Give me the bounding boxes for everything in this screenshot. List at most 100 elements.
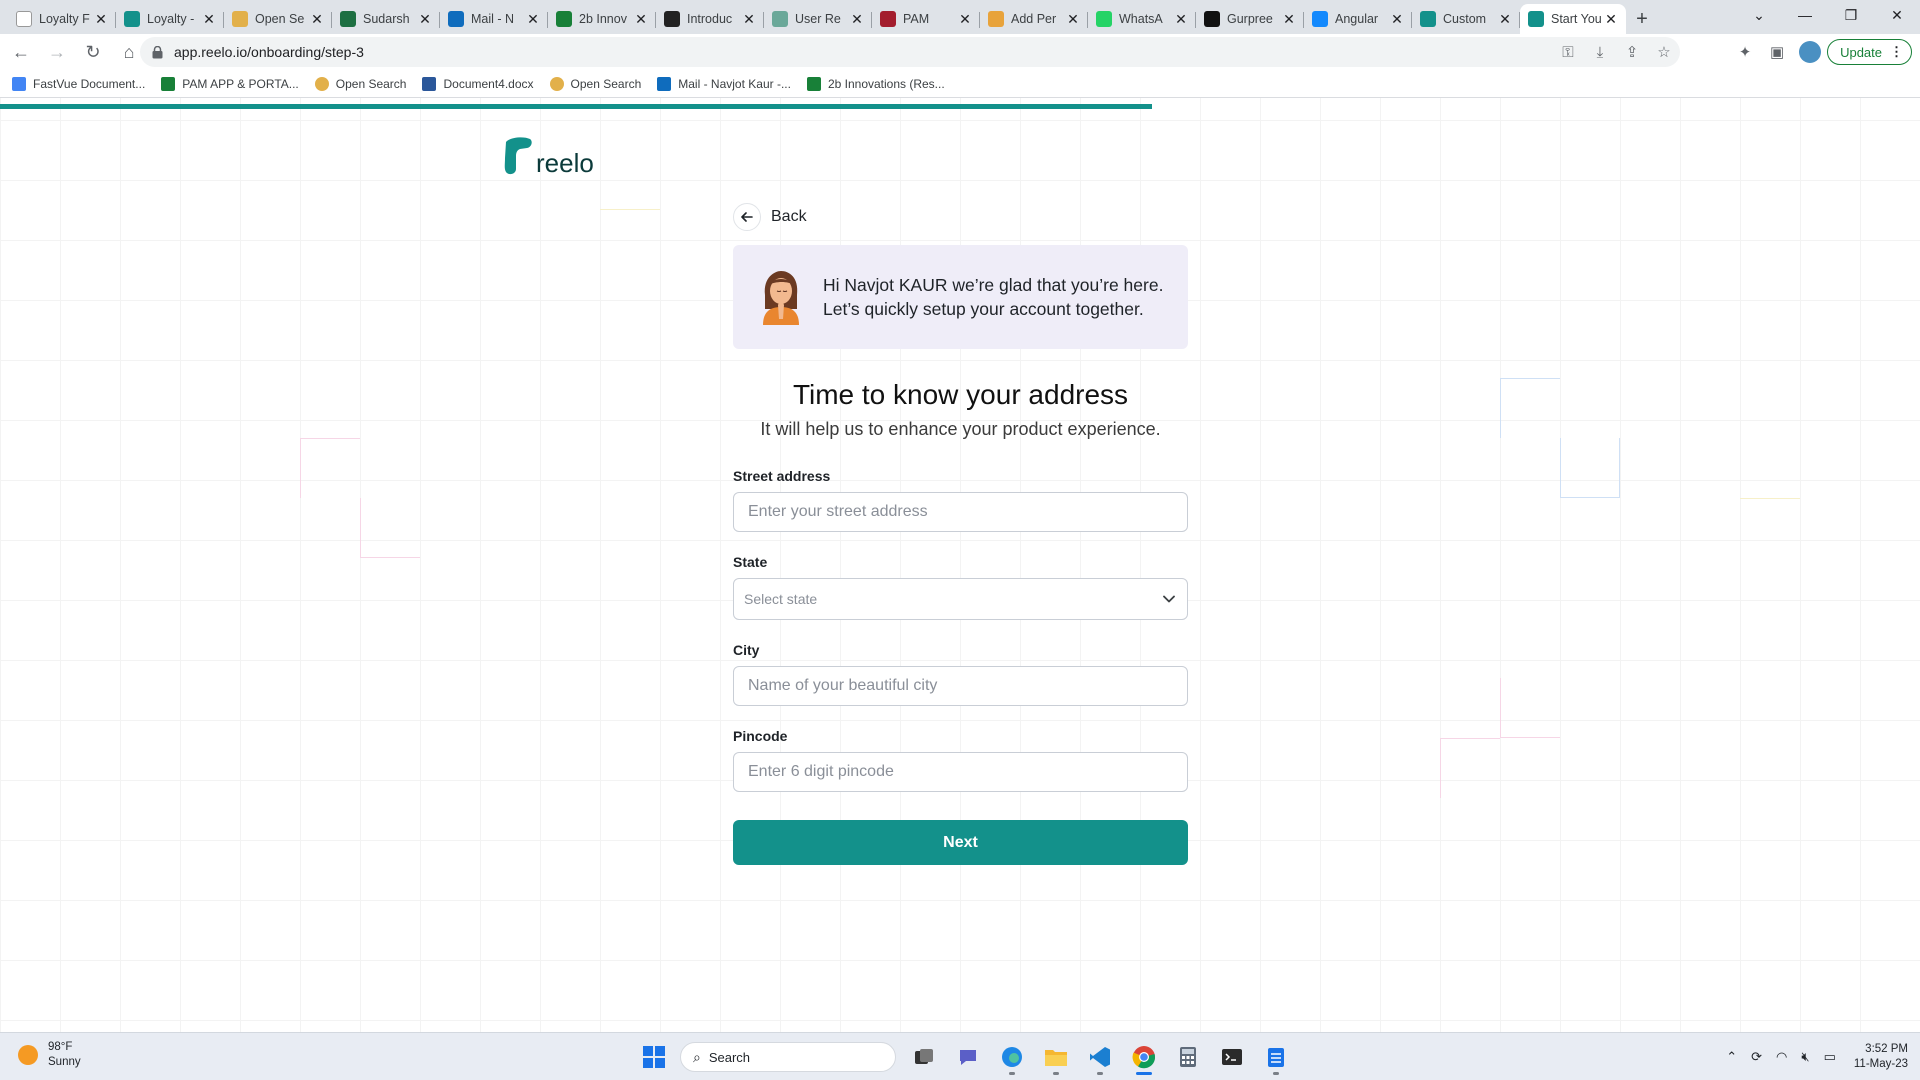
browser-tab[interactable]: Gurpree ✕ (1196, 4, 1304, 34)
street-label: Street address (733, 468, 831, 484)
chevron-up-icon[interactable]: ⌃ (1726, 1049, 1737, 1065)
chrome-icon[interactable] (1126, 1041, 1162, 1075)
clock-time: 3:52 PM (1865, 1043, 1908, 1055)
vscode-icon[interactable] (1082, 1041, 1118, 1075)
onboarding-page: reelo Back Hi Navjot KAUR we’re glad tha… (0, 98, 1920, 1032)
decor-cell (300, 438, 360, 498)
close-tab-icon[interactable]: ✕ (742, 11, 756, 28)
city-input[interactable] (733, 666, 1188, 706)
more-menu-icon: ⋮ (1890, 44, 1903, 59)
wifi-icon[interactable]: ◠ (1776, 1049, 1787, 1065)
pincode-input[interactable] (733, 752, 1188, 792)
profile-avatar[interactable] (1799, 41, 1822, 63)
browser-tab[interactable]: Mail - N ✕ (440, 4, 548, 34)
tab-search-icon[interactable]: ⌄ (1736, 0, 1782, 30)
browser-tab[interactable]: Open Se ✕ (224, 4, 332, 34)
start-icon[interactable] (636, 1041, 672, 1073)
forward-nav-icon[interactable]: → (42, 37, 72, 67)
pam-icon (880, 11, 896, 27)
browser-tab[interactable]: 2b Innov ✕ (548, 4, 656, 34)
notepad-icon[interactable] (1258, 1041, 1294, 1075)
close-tab-icon[interactable]: ✕ (634, 11, 648, 28)
street-address-input[interactable] (733, 492, 1188, 532)
opensearch-icon (314, 76, 329, 91)
clock[interactable]: 3:52 PM 11-May-23 (1854, 1042, 1908, 1072)
browser-tab[interactable]: User Re ✕ (764, 4, 872, 34)
new-tab-button[interactable]: + (1626, 4, 1658, 34)
p-icon (988, 11, 1004, 27)
bookmarks-bar: FastVue Document... PAM APP & PORTA... Ope… (0, 70, 1920, 98)
tab-title: WhatsA (1119, 12, 1163, 26)
key-icon[interactable]: ⚿ (1552, 44, 1584, 61)
close-tab-icon[interactable]: ✕ (1282, 11, 1296, 28)
close-tab-icon[interactable]: ✕ (310, 11, 324, 28)
back-nav-icon[interactable]: ← (6, 37, 36, 67)
teams-chat-icon[interactable] (950, 1041, 986, 1073)
edge-icon[interactable] (994, 1041, 1030, 1075)
terminal-icon[interactable] (1214, 1041, 1250, 1073)
bookmark-item[interactable]: FastVue Document... (12, 76, 145, 91)
close-tab-icon[interactable]: ✕ (526, 11, 540, 28)
address-bar[interactable]: app.reelo.io/onboarding/step-3 ⚿ ⤓ ⇪ ☆ (140, 37, 1680, 67)
browser-tab[interactable]: PAM ✕ (872, 4, 980, 34)
bookmark-label: Document4.docx (443, 76, 534, 91)
bookmark-label: Open Search (335, 76, 407, 91)
bookmark-item[interactable]: Open Search (314, 76, 407, 91)
chatgpt-icon (772, 11, 788, 27)
close-tab-icon[interactable]: ✕ (1066, 11, 1080, 28)
side-panel-icon[interactable]: ▣ (1761, 37, 1793, 67)
reload-icon[interactable]: ↻ (78, 37, 108, 67)
install-icon[interactable]: ⤓ (1584, 44, 1616, 61)
next-button[interactable]: Next (733, 820, 1188, 865)
page-subtitle: It will help us to enhance your product … (760, 419, 1161, 439)
close-tab-icon[interactable]: ✕ (1174, 11, 1188, 28)
progress-fill (0, 104, 1152, 109)
close-tab-icon[interactable]: ✕ (958, 11, 972, 28)
browser-tab[interactable]: Add Per ✕ (980, 4, 1088, 34)
share-icon[interactable]: ⇪ (1616, 43, 1648, 61)
close-tab-icon[interactable]: ✕ (850, 11, 864, 28)
decor-cell (1500, 678, 1560, 738)
bookmark-item[interactable]: PAM APP & PORTA... (161, 76, 299, 91)
minimize-button[interactable]: — (1782, 0, 1828, 30)
sync-icon[interactable]: ⟳ (1751, 1049, 1762, 1065)
file-explorer-icon[interactable] (1038, 1041, 1074, 1075)
close-window-button[interactable]: ✕ (1874, 0, 1920, 30)
bookmark-star-icon[interactable]: ☆ (1648, 43, 1680, 61)
browser-tab[interactable]: Loyalty - ✕ (116, 4, 224, 34)
battery-icon[interactable]: ▭ (1824, 1049, 1836, 1065)
bookmark-label: Open Search (570, 76, 642, 91)
lock-icon[interactable] (150, 45, 164, 59)
bookmark-item[interactable]: Document4.docx (422, 76, 534, 91)
task-view-icon[interactable] (906, 1041, 942, 1073)
bookmark-item[interactable]: Open Search (549, 76, 642, 91)
browser-tab[interactable]: Introduc ✕ (656, 4, 764, 34)
openai-icon (664, 11, 680, 27)
close-tab-icon[interactable]: ✕ (94, 11, 108, 28)
restore-button[interactable]: ❐ (1828, 0, 1874, 30)
avatar-namaste-icon (763, 271, 799, 325)
taskbar-search[interactable]: ⌕ Search (680, 1042, 896, 1072)
close-tab-icon[interactable]: ✕ (1604, 11, 1618, 28)
extensions-icon[interactable]: ✦ (1729, 37, 1761, 67)
calculator-icon[interactable] (1170, 1041, 1206, 1073)
close-tab-icon[interactable]: ✕ (418, 11, 432, 28)
browser-tab[interactable]: Sudarsh ✕ (332, 4, 440, 34)
browser-tab[interactable]: Start You ✕ (1520, 4, 1626, 34)
update-button[interactable]: Update ⋮ (1827, 39, 1912, 65)
outlook-icon (657, 76, 672, 91)
back-button[interactable]: Back (733, 202, 1188, 232)
browser-tab[interactable]: WhatsA ✕ (1088, 4, 1196, 34)
bookmark-label: 2b Innovations (Res... (827, 76, 945, 91)
volume-muted-icon[interactable]: 🔇︎ (1801, 1049, 1809, 1065)
browser-tab[interactable]: Angular ✕ (1304, 4, 1412, 34)
bookmark-item[interactable]: 2b Innovations (Res... (806, 76, 945, 91)
close-tab-icon[interactable]: ✕ (202, 11, 216, 28)
close-tab-icon[interactable]: ✕ (1390, 11, 1404, 28)
browser-tab[interactable]: Custom ✕ (1412, 4, 1520, 34)
state-select[interactable]: Select state (733, 578, 1188, 620)
bookmark-item[interactable]: Mail - Navjot Kaur -... (657, 76, 791, 91)
weather-widget[interactable]: 98°F Sunny (18, 1040, 81, 1070)
browser-tab[interactable]: Loyalty F ✕ (8, 4, 116, 34)
close-tab-icon[interactable]: ✕ (1498, 11, 1512, 28)
